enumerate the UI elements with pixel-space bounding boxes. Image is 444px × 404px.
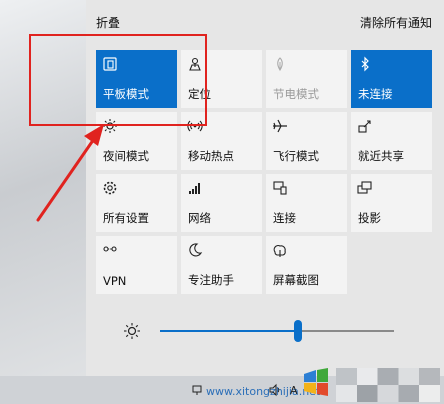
quick-action-label: 所有设置 [103,211,149,225]
volume-tray-icon[interactable] [268,383,282,400]
quick-action-focus-assist[interactable]: 专注助手 [181,236,262,294]
network-icon [187,180,203,196]
quick-action-label: 屏幕截图 [273,273,319,287]
quick-action-nearby-sharing[interactable]: 就近共享 [351,112,432,170]
quick-action-screen-snip[interactable]: 屏幕截图 [266,236,347,294]
input-method-indicator[interactable]: A [290,384,298,397]
brightness-slider-track[interactable] [298,330,394,332]
nearby-sharing-icon [357,118,373,134]
brightness-slider-track-filled[interactable] [160,330,298,332]
network-tray-icon[interactable] [192,384,204,399]
quick-action-label: VPN [103,274,127,288]
quick-action-label: 未连接 [358,87,393,101]
quick-action-label: 连接 [273,211,296,225]
quick-action-label: 投影 [358,211,381,225]
quick-action-label: 专注助手 [188,273,234,287]
pixelated-area [336,385,440,402]
quick-action-network[interactable]: 网络 [181,174,262,232]
brightness-sun-icon [122,321,142,341]
project-icon [357,180,373,196]
brightness-slider-thumb[interactable] [294,320,302,342]
collapse-link[interactable]: 折叠 [96,14,120,31]
airplane-mode-icon [272,118,288,134]
quick-action-all-settings[interactable]: 所有设置 [96,174,177,232]
focus-assist-moon-icon [187,242,203,258]
annotation-highlight-box [29,34,207,126]
quick-action-battery-saver[interactable]: 节电模式 [266,50,347,108]
quick-action-vpn[interactable]: VPN [96,236,177,294]
quick-action-label: 节电模式 [273,87,319,101]
action-center-header: 折叠 清除所有通知 [86,14,444,34]
connect-icon [272,180,288,196]
vpn-icon [102,242,118,258]
quick-action-label: 飞行模式 [273,149,319,163]
quick-action-label: 移动热点 [188,149,234,163]
battery-saver-icon [272,56,288,72]
quick-action-bluetooth[interactable]: 未连接 [351,50,432,108]
watermark-logo-icon [304,368,328,396]
screen-snip-icon [272,242,288,258]
brightness-slider-area [86,313,444,353]
quick-action-connect[interactable]: 连接 [266,174,347,232]
settings-gear-icon [102,180,118,196]
quick-action-label: 就近共享 [358,149,404,163]
quick-action-airplane-mode[interactable]: 飞行模式 [266,112,347,170]
quick-action-label: 网络 [188,211,211,225]
clear-all-notifications-link[interactable]: 清除所有通知 [360,14,432,31]
quick-action-label: 夜间模式 [103,149,149,163]
bluetooth-icon [357,56,373,72]
quick-action-project[interactable]: 投影 [351,174,432,232]
